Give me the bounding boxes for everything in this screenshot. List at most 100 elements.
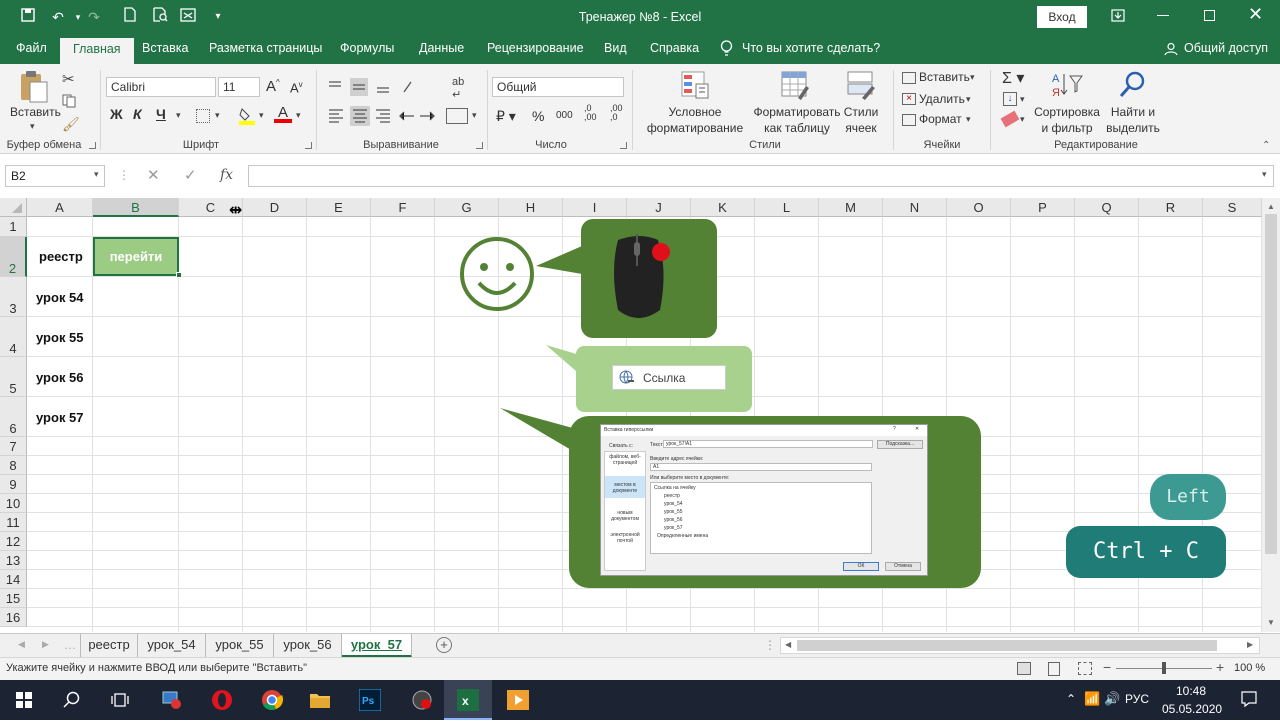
customize-qa-icon[interactable]: ▾ <box>208 7 228 27</box>
dialog-tooltip-button[interactable]: Подсказка... <box>877 440 923 449</box>
page-layout-view-icon[interactable] <box>1048 662 1060 676</box>
tree-item[interactable]: Ссылка на ячейку <box>654 485 696 491</box>
font-color-dropdown-icon[interactable]: ▾ <box>296 110 301 121</box>
expand-formula-icon[interactable]: ▾ <box>1262 169 1267 180</box>
redo-icon[interactable]: ↷ <box>84 7 104 27</box>
notifications-icon[interactable] <box>1240 690 1258 708</box>
format-cells-icon[interactable] <box>902 114 916 126</box>
file-explorer-icon[interactable] <box>296 680 344 720</box>
new-file-icon[interactable] <box>120 7 140 27</box>
clock-date[interactable]: 05.05.2020 <box>1162 702 1222 716</box>
dialog-place-tree[interactable]: Ссылка на ячейку реестр урок_54 урок_55 … <box>650 482 872 554</box>
recorder-icon[interactable] <box>398 680 446 720</box>
cancel-entry-icon[interactable]: ✕ <box>147 166 160 184</box>
dialog-side-file[interactable]: файлом, веб-страницей <box>605 454 645 466</box>
conditional-format-icon[interactable] <box>680 70 710 100</box>
copy-icon[interactable] <box>62 94 78 111</box>
sort-filter-button[interactable]: Сортировка и фильтр <box>1030 104 1104 136</box>
row-header-2[interactable]: 2 <box>0 237 27 277</box>
fill-icon[interactable]: ↓ <box>1003 92 1017 106</box>
tab-data[interactable]: Данные <box>419 41 464 55</box>
network-icon[interactable]: 📶 <box>1084 691 1100 707</box>
format-as-table-button[interactable]: Форматировать как таблицу <box>752 104 842 136</box>
column-header-m[interactable]: M <box>819 198 883 217</box>
cell-b2-hyperlink[interactable]: перейти <box>93 237 179 276</box>
tab-file[interactable]: Файл <box>16 41 47 55</box>
merge-center-icon[interactable] <box>446 108 468 124</box>
zoom-slider-thumb[interactable] <box>1162 662 1166 674</box>
media-player-icon[interactable] <box>494 680 542 720</box>
paste-button[interactable]: Вставить <box>10 105 61 119</box>
column-header-j[interactable]: J <box>627 198 691 217</box>
column-header-d[interactable]: D <box>243 198 307 217</box>
vertical-align-icons[interactable] <box>326 78 416 96</box>
tree-item[interactable]: урок_56 <box>664 517 683 523</box>
volume-icon[interactable]: 🔊 <box>1104 691 1120 707</box>
find-icon[interactable] <box>1118 70 1148 100</box>
prev-sheet-icon[interactable]: ◀ <box>18 639 25 650</box>
page-break-view-icon[interactable] <box>1078 662 1092 675</box>
scroll-right-icon[interactable]: ▶ <box>1247 640 1253 649</box>
dialog-close-icon[interactable]: ✕ <box>915 426 919 432</box>
photoshop-icon[interactable]: Ps <box>346 680 394 720</box>
paste-dropdown-icon[interactable]: ▾ <box>30 121 35 132</box>
fill-color-dropdown-icon[interactable]: ▾ <box>259 110 264 121</box>
format-as-table-icon[interactable] <box>780 70 810 100</box>
cell-a3[interactable]: урок 54 <box>36 290 84 305</box>
share-button[interactable]: Общий доступ <box>1184 41 1268 55</box>
zoom-in-icon[interactable]: + <box>1216 659 1224 675</box>
cell-a4[interactable]: урок 55 <box>36 330 84 345</box>
number-launcher-icon[interactable] <box>620 142 627 149</box>
column-header-f[interactable]: F <box>371 198 435 217</box>
delete-dropdown-icon[interactable]: ▾ <box>966 94 971 105</box>
scroll-up-icon[interactable]: ▲ <box>1267 202 1275 211</box>
sheet-tab-lesson-56[interactable]: урок_56 <box>274 634 342 658</box>
autosum-icon[interactable]: Σ ▾ <box>1002 68 1024 88</box>
paste-icon[interactable] <box>18 70 50 103</box>
dialog-text-input[interactable]: урок_57!A1 <box>663 440 873 448</box>
font-size-box[interactable]: 11 <box>218 77 260 97</box>
cell-styles-button[interactable]: Стили ячеек <box>838 104 884 136</box>
tell-me-search[interactable]: Что вы хотите сделать? <box>742 41 880 55</box>
row-header-6[interactable]: 6 <box>0 397 27 437</box>
scroll-left-icon[interactable]: ◀ <box>785 640 791 649</box>
dialog-address-input[interactable]: A1 <box>650 463 872 471</box>
chrome-icon[interactable] <box>248 680 296 720</box>
row-header-10[interactable]: 10 <box>0 494 27 513</box>
sheet-more-icon[interactable]: … <box>64 638 76 652</box>
column-header-o[interactable]: O <box>947 198 1011 217</box>
grow-font-icon[interactable]: A^ <box>266 78 280 95</box>
delete-cells-button[interactable]: Удалить <box>919 92 965 106</box>
dialog-cancel-button[interactable]: Отмена <box>885 562 921 571</box>
tab-review[interactable]: Рецензирование <box>487 41 584 55</box>
decrease-decimal-icon[interactable]: ,00,0 <box>610 104 623 122</box>
login-button[interactable]: Вход <box>1037 6 1087 28</box>
shrink-font-icon[interactable]: Av <box>290 80 303 95</box>
cell-a5[interactable]: урок 56 <box>36 370 84 385</box>
input-language[interactable]: РУС <box>1125 692 1149 706</box>
column-header-a[interactable]: A <box>27 198 93 217</box>
font-name-box[interactable]: Calibri <box>106 77 216 97</box>
tab-home[interactable]: Главная <box>60 38 134 64</box>
insert-dropdown-icon[interactable]: ▾ <box>970 72 975 83</box>
cell-styles-icon[interactable] <box>846 70 876 100</box>
font-color-icon[interactable]: A <box>274 104 292 124</box>
fill-handle[interactable] <box>176 272 182 278</box>
find-select-button[interactable]: Найти и выделить <box>1100 104 1166 136</box>
opera-icon[interactable] <box>198 680 246 720</box>
alignment-launcher-icon[interactable] <box>476 142 483 149</box>
column-header-h[interactable]: H <box>499 198 563 217</box>
ribbon-display-icon[interactable] <box>1111 9 1127 23</box>
row-header-8[interactable]: 8 <box>0 456 27 475</box>
excel-taskbar-icon[interactable]: x <box>444 680 492 720</box>
zoom-out-icon[interactable]: − <box>1103 659 1111 675</box>
underline-dropdown-icon[interactable]: ▾ <box>176 110 181 121</box>
italic-button[interactable]: К <box>133 106 142 122</box>
insert-function-button[interactable]: fx <box>220 167 233 183</box>
tab-insert[interactable]: Вставка <box>142 41 188 55</box>
cut-icon[interactable]: ✂ <box>62 70 75 88</box>
column-header-i[interactable]: I <box>563 198 627 217</box>
percent-icon[interactable]: % <box>532 108 544 124</box>
clipboard-launcher-icon[interactable] <box>89 142 96 149</box>
underline-button[interactable]: Ч <box>156 106 166 122</box>
